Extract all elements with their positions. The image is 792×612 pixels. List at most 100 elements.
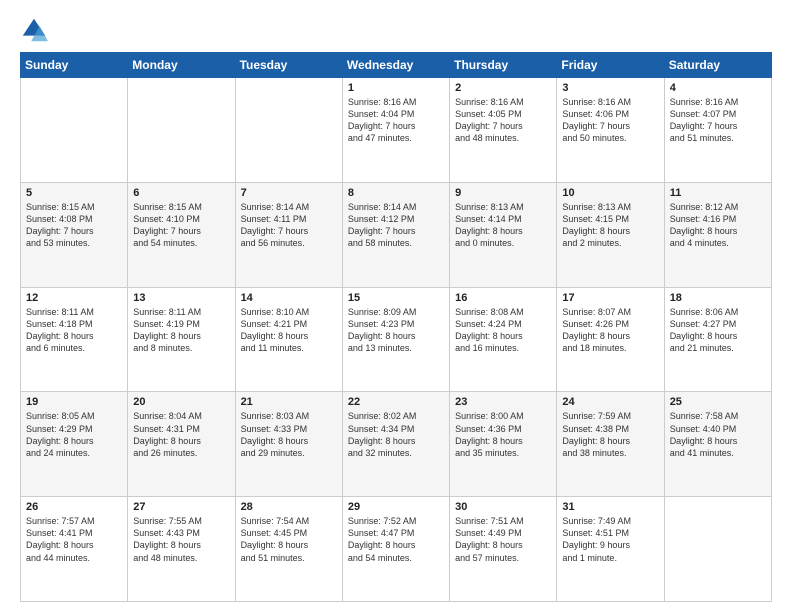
week-row-2: 12 Sunrise: 8:11 AM Sunset: 4:18 PM Dayli… xyxy=(21,287,772,392)
week-row-4: 26 Sunrise: 7:57 AM Sunset: 4:41 PM Dayli… xyxy=(21,497,772,602)
day-cell: 29 Sunrise: 7:52 AM Sunset: 4:47 PM Dayli… xyxy=(342,497,449,602)
day-header-friday: Friday xyxy=(557,53,664,78)
day-number: 20 xyxy=(133,396,229,408)
day-info: Sunrise: 8:08 AM Sunset: 4:24 PM Dayligh… xyxy=(455,306,551,355)
day-number: 26 xyxy=(26,501,122,513)
day-cell: 13Sunrise: 8:11 AM Sunset: 4:19 PM Dayli… xyxy=(128,287,235,392)
day-cell: 11 Sunrise: 8:12 AM Sunset: 4:16 PM Dayli… xyxy=(664,182,771,287)
day-info: Sunrise: 8:15 AM Sunset: 4:08 PM Dayligh… xyxy=(26,201,122,250)
calendar-body: 1 Sunrise: 8:16 AM Sunset: 4:04 PM Daylig… xyxy=(21,78,772,602)
day-info: Sunrise: 7:55 AM Sunset: 4:43 PM Dayligh… xyxy=(133,515,229,564)
day-info: Sunrise: 8:16 AM Sunset: 4:07 PM Dayligh… xyxy=(670,96,766,145)
logo-icon xyxy=(20,16,48,44)
day-info: Sunrise: 8:12 AM Sunset: 4:16 PM Dayligh… xyxy=(670,201,766,250)
day-cell xyxy=(664,497,771,602)
day-info: Sunrise: 7:59 AM Sunset: 4:38 PM Dayligh… xyxy=(562,410,658,459)
day-number: 12 xyxy=(26,292,122,304)
day-number: 22 xyxy=(348,396,444,408)
day-info: Sunrise: 8:15 AM Sunset: 4:10 PM Dayligh… xyxy=(133,201,229,250)
logo xyxy=(20,16,52,44)
day-number: 27 xyxy=(133,501,229,513)
day-info: Sunrise: 8:10 AM Sunset: 4:21 PM Dayligh… xyxy=(241,306,337,355)
day-cell: 6 Sunrise: 8:15 AM Sunset: 4:10 PM Daylig… xyxy=(128,182,235,287)
day-info: Sunrise: 8:16 AM Sunset: 4:05 PM Dayligh… xyxy=(455,96,551,145)
day-number: 10 xyxy=(562,187,658,199)
day-cell: 2Sunrise: 8:16 AM Sunset: 4:05 PM Daylig… xyxy=(450,78,557,183)
day-cell: 3 Sunrise: 8:16 AM Sunset: 4:06 PM Daylig… xyxy=(557,78,664,183)
day-cell: 26 Sunrise: 7:57 AM Sunset: 4:41 PM Dayli… xyxy=(21,497,128,602)
day-info: Sunrise: 7:58 AM Sunset: 4:40 PM Dayligh… xyxy=(670,410,766,459)
day-cell: 28 Sunrise: 7:54 AM Sunset: 4:45 PM Dayli… xyxy=(235,497,342,602)
day-number: 29 xyxy=(348,501,444,513)
day-info: Sunrise: 8:00 AM Sunset: 4:36 PM Dayligh… xyxy=(455,410,551,459)
day-number: 7 xyxy=(241,187,337,199)
day-cell: 21Sunrise: 8:03 AM Sunset: 4:33 PM Dayli… xyxy=(235,392,342,497)
day-cell: 17 Sunrise: 8:07 AM Sunset: 4:26 PM Dayli… xyxy=(557,287,664,392)
day-info: Sunrise: 8:16 AM Sunset: 4:06 PM Dayligh… xyxy=(562,96,658,145)
day-header-wednesday: Wednesday xyxy=(342,53,449,78)
day-number: 11 xyxy=(670,187,766,199)
day-info: Sunrise: 8:14 AM Sunset: 4:11 PM Dayligh… xyxy=(241,201,337,250)
day-cell xyxy=(235,78,342,183)
day-header-monday: Monday xyxy=(128,53,235,78)
day-info: Sunrise: 8:13 AM Sunset: 4:14 PM Dayligh… xyxy=(455,201,551,250)
day-number: 15 xyxy=(348,292,444,304)
day-number: 21 xyxy=(241,396,337,408)
day-header-thursday: Thursday xyxy=(450,53,557,78)
calendar-header: SundayMondayTuesdayWednesdayThursdayFrid… xyxy=(21,53,772,78)
week-row-3: 19 Sunrise: 8:05 AM Sunset: 4:29 PM Dayli… xyxy=(21,392,772,497)
day-number: 9 xyxy=(455,187,551,199)
day-cell: 8 Sunrise: 8:14 AM Sunset: 4:12 PM Daylig… xyxy=(342,182,449,287)
day-info: Sunrise: 8:11 AM Sunset: 4:18 PM Dayligh… xyxy=(26,306,122,355)
day-number: 16 xyxy=(455,292,551,304)
day-cell xyxy=(128,78,235,183)
day-cell: 31Sunrise: 7:49 AM Sunset: 4:51 PM Dayli… xyxy=(557,497,664,602)
day-cell: 14 Sunrise: 8:10 AM Sunset: 4:21 PM Dayli… xyxy=(235,287,342,392)
day-info: Sunrise: 8:14 AM Sunset: 4:12 PM Dayligh… xyxy=(348,201,444,250)
day-number: 23 xyxy=(455,396,551,408)
day-number: 24 xyxy=(562,396,658,408)
day-info: Sunrise: 7:57 AM Sunset: 4:41 PM Dayligh… xyxy=(26,515,122,564)
week-row-1: 5Sunrise: 8:15 AM Sunset: 4:08 PM Daylig… xyxy=(21,182,772,287)
day-number: 1 xyxy=(348,82,444,94)
day-cell: 12 Sunrise: 8:11 AM Sunset: 4:18 PM Dayli… xyxy=(21,287,128,392)
day-info: Sunrise: 7:51 AM Sunset: 4:49 PM Dayligh… xyxy=(455,515,551,564)
day-number: 19 xyxy=(26,396,122,408)
day-cell: 22 Sunrise: 8:02 AM Sunset: 4:34 PM Dayli… xyxy=(342,392,449,497)
day-number: 17 xyxy=(562,292,658,304)
days-header-row: SundayMondayTuesdayWednesdayThursdayFrid… xyxy=(21,53,772,78)
day-header-saturday: Saturday xyxy=(664,53,771,78)
day-cell: 24 Sunrise: 7:59 AM Sunset: 4:38 PM Dayli… xyxy=(557,392,664,497)
day-info: Sunrise: 8:05 AM Sunset: 4:29 PM Dayligh… xyxy=(26,410,122,459)
day-info: Sunrise: 8:13 AM Sunset: 4:15 PM Dayligh… xyxy=(562,201,658,250)
day-cell: 10 Sunrise: 8:13 AM Sunset: 4:15 PM Dayli… xyxy=(557,182,664,287)
day-info: Sunrise: 7:49 AM Sunset: 4:51 PM Dayligh… xyxy=(562,515,658,564)
day-number: 4 xyxy=(670,82,766,94)
day-cell: 30Sunrise: 7:51 AM Sunset: 4:49 PM Dayli… xyxy=(450,497,557,602)
day-header-sunday: Sunday xyxy=(21,53,128,78)
day-number: 28 xyxy=(241,501,337,513)
day-info: Sunrise: 7:52 AM Sunset: 4:47 PM Dayligh… xyxy=(348,515,444,564)
day-cell: 7 Sunrise: 8:14 AM Sunset: 4:11 PM Daylig… xyxy=(235,182,342,287)
day-number: 6 xyxy=(133,187,229,199)
day-cell: 25Sunrise: 7:58 AM Sunset: 4:40 PM Dayli… xyxy=(664,392,771,497)
week-row-0: 1 Sunrise: 8:16 AM Sunset: 4:04 PM Daylig… xyxy=(21,78,772,183)
day-number: 14 xyxy=(241,292,337,304)
day-number: 3 xyxy=(562,82,658,94)
calendar: SundayMondayTuesdayWednesdayThursdayFrid… xyxy=(20,52,772,602)
day-cell: 16 Sunrise: 8:08 AM Sunset: 4:24 PM Dayli… xyxy=(450,287,557,392)
day-cell: 27 Sunrise: 7:55 AM Sunset: 4:43 PM Dayli… xyxy=(128,497,235,602)
day-cell: 20Sunrise: 8:04 AM Sunset: 4:31 PM Dayli… xyxy=(128,392,235,497)
day-info: Sunrise: 8:07 AM Sunset: 4:26 PM Dayligh… xyxy=(562,306,658,355)
day-info: Sunrise: 8:02 AM Sunset: 4:34 PM Dayligh… xyxy=(348,410,444,459)
day-cell: 5Sunrise: 8:15 AM Sunset: 4:08 PM Daylig… xyxy=(21,182,128,287)
day-cell: 23 Sunrise: 8:00 AM Sunset: 4:36 PM Dayli… xyxy=(450,392,557,497)
day-cell: 19 Sunrise: 8:05 AM Sunset: 4:29 PM Dayli… xyxy=(21,392,128,497)
header xyxy=(20,16,772,44)
day-number: 8 xyxy=(348,187,444,199)
day-info: Sunrise: 8:16 AM Sunset: 4:04 PM Dayligh… xyxy=(348,96,444,145)
day-info: Sunrise: 8:09 AM Sunset: 4:23 PM Dayligh… xyxy=(348,306,444,355)
day-cell: 1 Sunrise: 8:16 AM Sunset: 4:04 PM Daylig… xyxy=(342,78,449,183)
day-info: Sunrise: 7:54 AM Sunset: 4:45 PM Dayligh… xyxy=(241,515,337,564)
day-info: Sunrise: 8:11 AM Sunset: 4:19 PM Dayligh… xyxy=(133,306,229,355)
